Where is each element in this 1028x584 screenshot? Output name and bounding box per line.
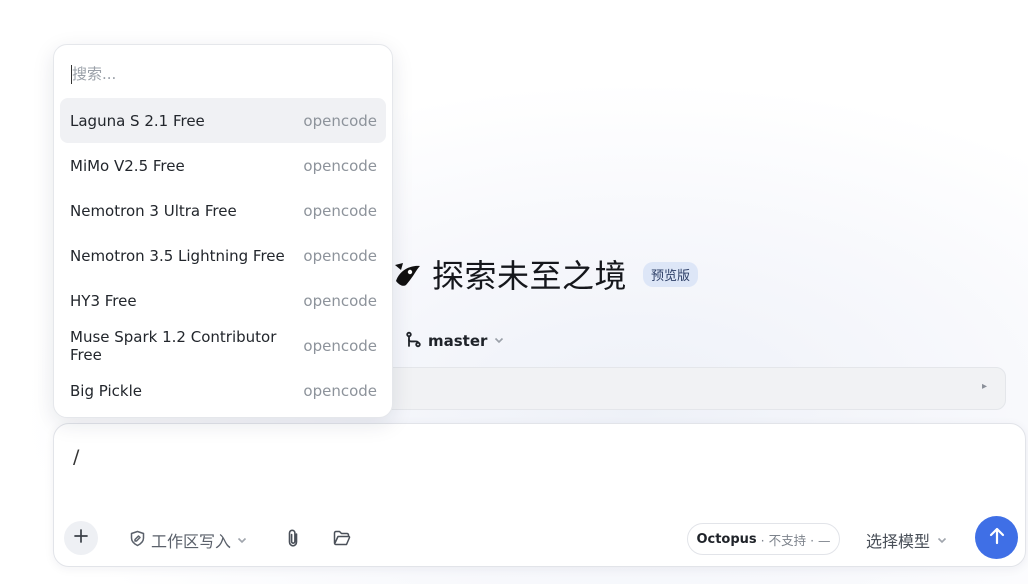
model-option[interactable]: MiMo V2.5 Free opencode bbox=[60, 143, 386, 188]
model-option-name: HY3 Free bbox=[70, 291, 137, 310]
paperclip-icon bbox=[284, 528, 302, 552]
arrow-up-icon bbox=[987, 526, 1007, 550]
model-option-name: MiMo V2.5 Free bbox=[70, 156, 185, 175]
model-option-name: Laguna S 2.1 Free bbox=[70, 111, 205, 130]
model-option-provider: opencode bbox=[303, 201, 377, 220]
workspace-bar[interactable]: ▸ bbox=[375, 367, 1006, 410]
branch-name: master bbox=[428, 332, 488, 350]
model-option-provider: opencode bbox=[303, 156, 377, 175]
plus-icon bbox=[73, 528, 89, 548]
add-button[interactable] bbox=[64, 521, 98, 555]
model-option-name: Nemotron 3.5 Lightning Free bbox=[70, 246, 285, 265]
agent-name: Octopus bbox=[696, 531, 757, 547]
model-option[interactable]: Laguna S 2.1 Free opencode bbox=[60, 98, 386, 143]
agent-meta: · 不支持 · — bbox=[760, 532, 831, 548]
model-option-name: Big Pickle bbox=[70, 381, 142, 400]
model-option-provider: opencode bbox=[303, 111, 377, 130]
shield-edit-icon bbox=[129, 530, 146, 551]
model-list: Laguna S 2.1 Free opencode MiMo V2.5 Free o… bbox=[60, 98, 386, 413]
search-row bbox=[71, 64, 374, 86]
composer-input[interactable]: / bbox=[73, 446, 79, 468]
chevron-down-icon bbox=[936, 531, 948, 550]
model-option[interactable]: Nemotron 3.5 Lightning Free opencode bbox=[60, 233, 386, 278]
chevron-down-icon bbox=[493, 332, 505, 350]
folder-icon bbox=[333, 530, 351, 550]
chevron-down-icon bbox=[236, 531, 248, 550]
open-folder-button[interactable] bbox=[330, 528, 354, 552]
attach-button[interactable] bbox=[281, 528, 305, 552]
model-option-name: Nemotron 3 Ultra Free bbox=[70, 201, 237, 220]
hero: 探索未至之境 预览版 bbox=[392, 252, 699, 296]
model-option-provider: opencode bbox=[303, 291, 377, 310]
agent-selector[interactable]: Octopus · 不支持 · — bbox=[687, 523, 840, 555]
branch-selector[interactable]: master bbox=[405, 329, 505, 353]
model-option-provider: opencode bbox=[303, 246, 377, 265]
composer: / 工作区写入 Octopus · 不支持 · — 选择模型 bbox=[53, 423, 1026, 567]
model-option-provider: opencode bbox=[303, 381, 377, 400]
preview-badge: 预览版 bbox=[643, 261, 699, 287]
model-selector-label: 选择模型 bbox=[866, 532, 931, 551]
git-branch-icon bbox=[405, 331, 422, 352]
text-caret bbox=[71, 65, 72, 84]
model-option-name: Muse Spark 1.2 Contributor Free bbox=[70, 327, 277, 364]
workspace-mode-button[interactable]: 工作区写入 bbox=[129, 527, 248, 553]
expand-indicator: ▸ bbox=[981, 381, 987, 392]
octopus-logo-icon bbox=[392, 259, 422, 289]
model-option[interactable]: Big Pickle opencode bbox=[60, 368, 386, 413]
model-option-provider: opencode bbox=[303, 336, 377, 355]
send-button[interactable] bbox=[975, 516, 1018, 559]
model-option[interactable]: HY3 Free opencode bbox=[60, 278, 386, 323]
search-input[interactable] bbox=[72, 65, 374, 83]
workspace-mode-label: 工作区写入 bbox=[151, 532, 232, 551]
model-option[interactable]: Muse Spark 1.2 Contributor Free opencode bbox=[60, 323, 386, 368]
model-dropdown: Laguna S 2.1 Free opencode MiMo V2.5 Free o… bbox=[53, 44, 393, 418]
model-option[interactable]: Nemotron 3 Ultra Free opencode bbox=[60, 188, 386, 233]
model-selector-button[interactable]: 选择模型 bbox=[866, 527, 948, 553]
hero-title: 探索未至之境 bbox=[432, 257, 628, 295]
